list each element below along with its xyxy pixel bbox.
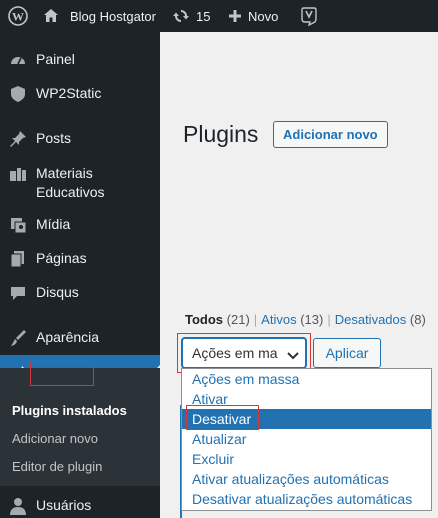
sidebar-item-materiais-educativos[interactable]: Materiais Educativos (0, 162, 160, 202)
plus-icon (228, 9, 242, 23)
new-label: Novo (248, 8, 279, 24)
submenu-item-editor-de-plugin[interactable]: Editor de plugin (12, 459, 102, 474)
filter-active[interactable]: Ativos (261, 312, 296, 327)
desativar-highlight (186, 405, 259, 430)
sidebar-item-paginas[interactable]: Páginas (0, 249, 160, 269)
sidebar-item-label-line2: Educativos (36, 184, 105, 200)
sidebar-item-aparencia[interactable]: Aparência (0, 328, 160, 348)
admin-bar: W Blog Hostgator 15 Novo (0, 0, 438, 32)
new-content-link[interactable]: Novo (228, 0, 278, 32)
submenu-item-plugins-instalados[interactable]: Plugins instalados (12, 403, 127, 418)
bulk-actions-dropdown: Ações em massa Ativar Desativar Atualiza… (181, 368, 432, 511)
updates-link[interactable]: 15 (172, 0, 210, 32)
option-desativar-atualizacoes-automaticas[interactable]: Desativar atualizações automáticas (182, 489, 431, 509)
sidebar-item-label: Mídia (36, 216, 71, 232)
sidebar-item-label: Painel (36, 51, 75, 67)
sidebar-item-label: Disqus (36, 284, 79, 300)
sidebar-item-label: WP2Static (36, 85, 102, 101)
wordpress-logo-icon[interactable]: W (8, 0, 28, 32)
sidebar-item-label: Posts (36, 130, 72, 146)
filter-all-count: (21) (226, 312, 250, 327)
plugins-menu-highlight (30, 361, 94, 386)
bulk-select-highlight (177, 333, 311, 373)
filter-separator: | (327, 312, 331, 327)
dashboard-icon (8, 50, 28, 70)
filter-inactive-count: (8) (409, 312, 426, 327)
option-ativar-atualizacoes-automaticas[interactable]: Ativar atualizações automáticas (182, 469, 431, 489)
media-icon (8, 215, 28, 235)
site-link[interactable]: Blog Hostgator (42, 0, 156, 32)
home-icon (42, 7, 60, 25)
filter-active-count: (13) (300, 312, 324, 327)
sidebar-item-disqus[interactable]: Disqus (0, 283, 160, 303)
sidebar-item-painel[interactable]: Painel (0, 50, 160, 70)
option-atualizar[interactable]: Atualizar (182, 429, 431, 449)
sidebar-item-usuarios[interactable]: Usuários (0, 496, 160, 516)
yoast-icon[interactable] (301, 0, 317, 32)
brush-icon (8, 328, 28, 348)
updates-count: 15 (196, 8, 211, 24)
option-acoes-em-massa[interactable]: Ações em massa (182, 369, 431, 389)
sidebar-item-label: Páginas (36, 250, 87, 266)
filter-all[interactable]: Todos (185, 312, 223, 327)
comment-icon (8, 283, 28, 303)
sidebar-item-label: Aparência (36, 329, 100, 345)
plugin-status-filters: Todos (21) | Ativos (13) | Desativados (8) (185, 312, 426, 327)
books-icon (8, 164, 28, 184)
sidebar-item-label: Usuários (36, 497, 92, 513)
svg-text:W: W (12, 10, 24, 24)
option-excluir[interactable]: Excluir (182, 449, 431, 469)
user-icon (8, 496, 28, 516)
shield-icon (8, 84, 28, 104)
sidebar-item-wp2static[interactable]: WP2Static (0, 84, 160, 104)
submenu-item-adicionar-novo[interactable]: Adicionar novo (12, 431, 98, 446)
pin-icon (8, 129, 28, 149)
sidebar-item-midia[interactable]: Mídia (0, 215, 160, 235)
sidebar-item-posts[interactable]: Posts (0, 129, 160, 149)
sidebar-item-label: Materiais (36, 165, 93, 181)
site-name: Blog Hostgator (70, 8, 156, 24)
page-title: Plugins (183, 121, 259, 147)
updates-icon (172, 7, 190, 25)
filter-inactive[interactable]: Desativados (335, 312, 407, 327)
apply-button[interactable]: Aplicar (313, 338, 381, 368)
add-new-button[interactable]: Adicionar novo (273, 121, 388, 148)
filter-separator: | (253, 312, 258, 327)
pages-icon (8, 249, 28, 269)
